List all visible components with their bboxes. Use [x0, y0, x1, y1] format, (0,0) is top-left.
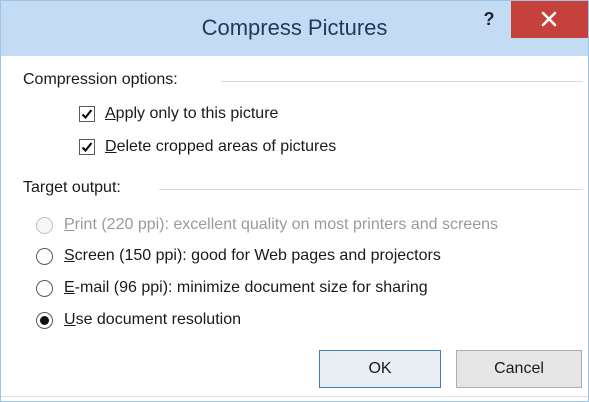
mnemonic-d: D: [105, 138, 117, 155]
close-button[interactable]: [511, 1, 588, 38]
radio-selected-dot: [40, 315, 49, 325]
use-document-resolution-label-text: se document resolution: [75, 311, 241, 328]
print-option-label-text: rint (220 ppi): excellent quality on mos…: [74, 216, 498, 233]
apply-only-to-this-picture-checkbox[interactable]: Apply only to this picture: [79, 103, 278, 125]
email-option-label: E-mail (96 ppi): minimize document size …: [64, 279, 428, 297]
radio-circle[interactable]: [36, 311, 53, 329]
ok-button[interactable]: OK: [319, 350, 441, 388]
dialog-title: Compress Pictures: [201, 15, 388, 40]
delete-cropped-label-text: elete cropped areas of pictures: [116, 138, 337, 155]
radio-circle[interactable]: [36, 279, 53, 297]
radio-circle[interactable]: [36, 216, 53, 234]
compression-options-divider: [221, 81, 583, 82]
help-button[interactable]: ?: [479, 9, 499, 33]
delete-cropped-areas-checkbox[interactable]: Delete cropped areas of pictures: [79, 136, 336, 158]
checkmark-icon: [81, 109, 93, 120]
email-option-label-text: -mail (96 ppi): minimize document size f…: [74, 279, 428, 296]
compress-pictures-dialog: Compress Pictures ? Compression options:…: [0, 0, 589, 402]
target-output-divider: [159, 189, 583, 190]
print-220-ppi-radio[interactable]: Print (220 ppi): excellent quality on mo…: [36, 214, 498, 236]
apply-only-label-text: pply only to this picture: [115, 105, 279, 122]
use-document-resolution-radio[interactable]: Use document resolution: [36, 309, 241, 331]
mnemonic-s: S: [64, 247, 75, 264]
delete-cropped-label: Delete cropped areas of pictures: [105, 138, 336, 156]
radio-circle[interactable]: [36, 247, 53, 265]
footer-divider: [1, 396, 588, 397]
title-bar: Compress Pictures ?: [1, 1, 588, 56]
checkbox-box[interactable]: [79, 106, 95, 122]
mnemonic-p: P: [64, 216, 75, 233]
checkbox-box[interactable]: [79, 139, 95, 155]
use-document-resolution-label: Use document resolution: [64, 311, 241, 329]
screen-option-label-text: creen (150 ppi): good for Web pages and …: [74, 247, 441, 264]
screen-option-label: Screen (150 ppi): good for Web pages and…: [64, 247, 441, 265]
close-icon: [541, 11, 557, 27]
apply-only-label: Apply only to this picture: [105, 105, 278, 123]
email-96-ppi-radio[interactable]: E-mail (96 ppi): minimize document size …: [36, 277, 428, 299]
cancel-button[interactable]: Cancel: [456, 350, 582, 388]
mnemonic-a: A: [105, 105, 116, 122]
target-output-heading: Target output:: [23, 179, 121, 196]
screen-150-ppi-radio[interactable]: Screen (150 ppi): good for Web pages and…: [36, 245, 441, 267]
mnemonic-e: E: [64, 279, 75, 296]
compression-options-heading: Compression options:: [23, 71, 178, 88]
checkmark-icon: [81, 142, 93, 153]
mnemonic-u: U: [64, 311, 76, 328]
print-option-label: Print (220 ppi): excellent quality on mo…: [64, 216, 498, 234]
